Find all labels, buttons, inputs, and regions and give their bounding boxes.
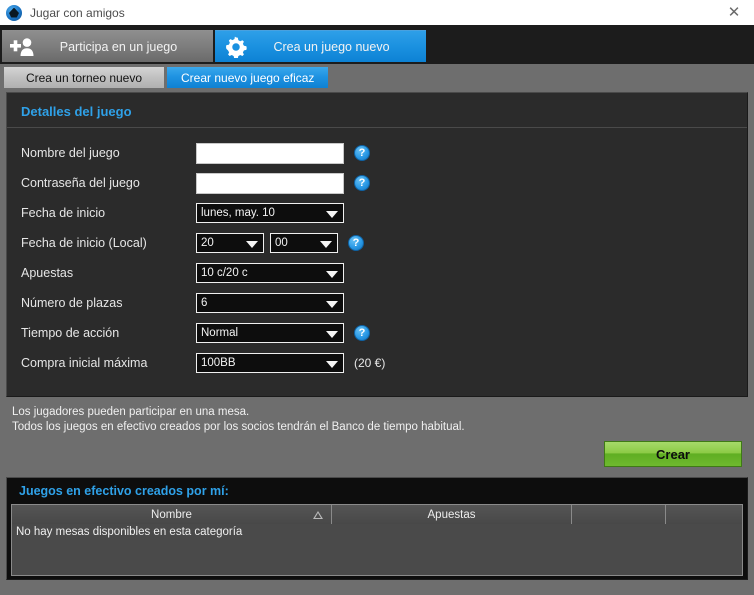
tab-create-game[interactable]: Crea un juego nuevo: [215, 30, 426, 62]
row-seats: Número de plazas 6: [7, 288, 747, 318]
table-body: No hay mesas disponibles en esta categor…: [12, 524, 742, 575]
sort-ascending-icon: [313, 510, 323, 519]
info-notes: Los jugadores pueden participar en una m…: [0, 397, 754, 435]
start-hour-select[interactable]: 20: [196, 233, 264, 253]
label-stakes: Apuestas: [21, 266, 74, 280]
secondary-tab-strip: Crea un torneo nuevo Crear nuevo juego e…: [0, 64, 754, 92]
my-games-table: Nombre Apuestas No hay mesas disponibles…: [11, 504, 743, 576]
tab-join-game[interactable]: Participa en un juego: [2, 30, 213, 62]
table-header-row: Nombre Apuestas: [12, 505, 742, 524]
label-game-name: Nombre del juego: [21, 146, 120, 160]
play-with-friends-window: Jugar con amigos ✕ Participa en un juego: [0, 0, 754, 595]
max-buyin-select[interactable]: 100BB: [196, 353, 344, 373]
tab-join-game-label: Participa en un juego: [59, 39, 178, 54]
primary-tab-strip: Participa en un juego Crea un juego nuev…: [0, 25, 754, 64]
column-header-apuestas[interactable]: Apuestas: [332, 505, 572, 524]
window-title: Jugar con amigos: [30, 5, 125, 20]
create-button-row: Crear: [0, 435, 754, 467]
label-start-date: Fecha de inicio: [21, 206, 106, 220]
game-details-panel: Detalles del juego Nombre del juego ? Co…: [6, 92, 748, 397]
row-start-date: Fecha de inicio lunes, may. 10: [7, 198, 747, 228]
game-name-input[interactable]: [196, 142, 344, 164]
column-header-3[interactable]: [572, 505, 666, 524]
row-start-time: Fecha de inicio (Local) 20 00 ?: [7, 228, 747, 258]
column-header-nombre-label: Nombre: [151, 508, 192, 521]
empty-state-message: No hay mesas disponibles en esta categor…: [16, 526, 243, 538]
help-icon-start-time[interactable]: ?: [348, 235, 364, 251]
seats-select[interactable]: 6: [196, 293, 344, 313]
start-date-select[interactable]: lunes, may. 10: [196, 203, 344, 223]
column-header-4[interactable]: [666, 505, 742, 524]
create-button[interactable]: Crear: [604, 441, 742, 467]
label-action-time: Tiempo de acción: [21, 326, 120, 340]
my-games-panel: Juegos en efectivo creados por mí: Nombr…: [6, 477, 748, 580]
label-max-buyin: Compra inicial máxima: [21, 356, 148, 370]
stakes-select[interactable]: 10 c/20 c: [196, 263, 344, 283]
gear-icon: [221, 36, 251, 58]
column-header-apuestas-label: Apuestas: [427, 508, 476, 521]
my-games-wrapper: Juegos en efectivo creados por mí: Nombr…: [0, 467, 754, 586]
add-player-icon: [8, 37, 38, 57]
help-icon-action-time[interactable]: ?: [354, 325, 370, 341]
help-icon-game-name[interactable]: ?: [354, 145, 370, 161]
row-max-buyin: Compra inicial máxima 100BB (20 €): [7, 348, 747, 378]
section-divider: [7, 127, 747, 128]
label-seats: Número de plazas: [21, 296, 123, 310]
row-game-password: Contraseña del juego ?: [7, 168, 747, 198]
tab-create-game-label: Crea un juego nuevo: [273, 39, 390, 54]
row-stakes: Apuestas 10 c/20 c: [7, 258, 747, 288]
row-game-name: Nombre del juego ?: [7, 138, 747, 168]
label-start-time: Fecha de inicio (Local): [21, 236, 147, 250]
note-line-1: Los jugadores pueden participar en una m…: [12, 406, 250, 418]
max-buyin-amount: (20 €): [354, 356, 386, 370]
label-game-password: Contraseña del juego: [21, 176, 140, 190]
tab-new-tournament[interactable]: Crea un torneo nuevo: [4, 67, 164, 88]
column-header-nombre[interactable]: Nombre: [12, 505, 332, 524]
note-line-2: Todos los juegos en efectivo creados por…: [12, 421, 465, 433]
details-panel-wrapper: Detalles del juego Nombre del juego ? Co…: [0, 92, 754, 397]
section-title-details: Detalles del juego: [21, 104, 132, 119]
row-action-time: Tiempo de acción Normal ?: [7, 318, 747, 348]
action-time-select[interactable]: Normal: [196, 323, 344, 343]
title-bar: Jugar con amigos ✕: [0, 0, 754, 25]
start-minute-select[interactable]: 00: [270, 233, 338, 253]
poker-chip-icon: [6, 4, 22, 21]
close-icon[interactable]: ✕: [720, 2, 748, 22]
help-icon-game-password[interactable]: ?: [354, 175, 370, 191]
my-games-title: Juegos en efectivo creados por mí:: [19, 484, 229, 498]
game-password-input[interactable]: [196, 172, 344, 194]
tab-new-cash-game[interactable]: Crear nuevo juego eficaz: [167, 67, 329, 88]
